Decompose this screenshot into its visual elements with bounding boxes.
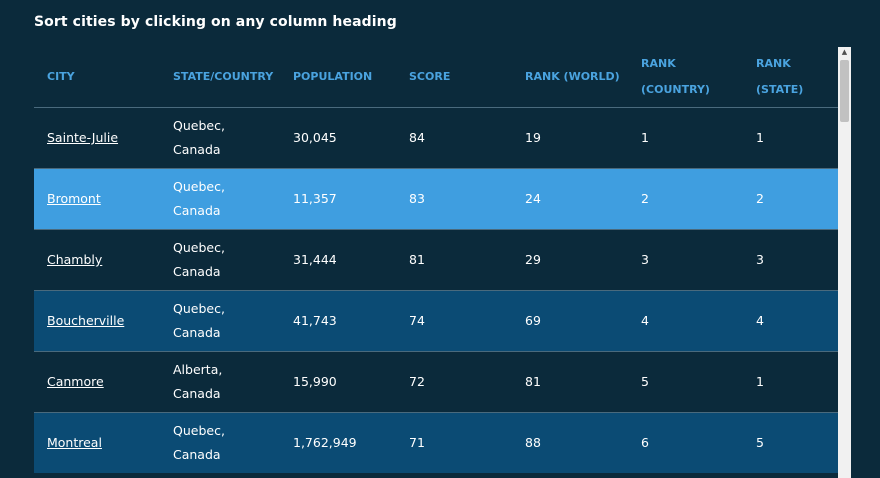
score-cell: 83 [396,168,512,230]
cities-table: CITY STATE/COUNTRY POPULATION SCORE RANK… [34,47,838,473]
population-cell: 30,045 [280,107,396,169]
page: Sort cities by clicking on any column he… [0,0,880,478]
rank-world-cell: 24 [512,168,628,230]
column-header-rank-state[interactable]: RANK (STATE) [743,47,838,108]
table-row: Canmore Alberta, Canada 15,990 72 81 5 1 [34,351,838,413]
scrollbar-thumb[interactable] [840,60,849,122]
rank-country-cell: 1 [628,107,743,169]
state-country-cell: Alberta, Canada [160,351,280,413]
rank-world-cell: 29 [512,229,628,291]
column-header-rank-country[interactable]: RANK (COUNTRY) [628,47,743,108]
column-header-city[interactable]: CITY [34,47,160,108]
rank-world-cell: 19 [512,107,628,169]
state-country-cell: Quebec, Canada [160,412,280,473]
city-link[interactable]: Canmore [47,374,104,389]
rank-state-cell: 5 [743,412,838,473]
rank-state-cell: 2 [743,168,838,230]
column-header-state-country[interactable]: STATE/COUNTRY [160,47,280,108]
score-cell: 81 [396,229,512,291]
table-row: Chambly Quebec, Canada 31,444 81 29 3 3 [34,229,838,291]
population-cell: 41,743 [280,290,396,352]
table-row: Boucherville Quebec, Canada 41,743 74 69 … [34,290,838,352]
state-country-cell: Quebec, Canada [160,290,280,352]
score-cell: 72 [396,351,512,413]
rank-country-cell: 4 [628,290,743,352]
city-link[interactable]: Sainte-Julie [47,130,118,145]
state-country-cell: Quebec, Canada [160,107,280,169]
population-cell: 15,990 [280,351,396,413]
vertical-scrollbar[interactable]: ▲ [838,47,851,478]
rank-world-cell: 69 [512,290,628,352]
rank-state-cell: 1 [743,351,838,413]
rank-country-cell: 3 [628,229,743,291]
page-heading: Sort cities by clicking on any column he… [34,14,397,30]
table-header-row: CITY STATE/COUNTRY POPULATION SCORE RANK… [34,47,838,108]
rank-state-cell: 3 [743,229,838,291]
score-cell: 71 [396,412,512,473]
rank-world-cell: 81 [512,351,628,413]
city-link[interactable]: Boucherville [47,313,124,328]
table-row: Montreal Quebec, Canada 1,762,949 71 88 6… [34,412,838,473]
score-cell: 84 [396,107,512,169]
rank-country-cell: 2 [628,168,743,230]
population-cell: 11,357 [280,168,396,230]
rank-country-cell: 6 [628,412,743,473]
state-country-cell: Quebec, Canada [160,229,280,291]
column-header-rank-world[interactable]: RANK (WORLD) [512,47,628,108]
table-row: Sainte-Julie Quebec, Canada 30,045 84 19 … [34,107,838,169]
population-cell: 1,762,949 [280,412,396,473]
rank-state-cell: 1 [743,107,838,169]
rank-world-cell: 88 [512,412,628,473]
city-link[interactable]: Chambly [47,252,102,267]
table-row: Bromont Quebec, Canada 11,357 83 24 2 2 [34,168,838,230]
cities-table-viewport: CITY STATE/COUNTRY POPULATION SCORE RANK… [34,47,838,478]
city-link[interactable]: Bromont [47,191,101,206]
state-country-cell: Quebec, Canada [160,168,280,230]
city-link[interactable]: Montreal [47,435,102,450]
column-header-population[interactable]: POPULATION [280,47,396,108]
score-cell: 74 [396,290,512,352]
column-header-score[interactable]: SCORE [396,47,512,108]
scroll-up-arrow-icon[interactable]: ▲ [838,47,851,58]
rank-country-cell: 5 [628,351,743,413]
population-cell: 31,444 [280,229,396,291]
rank-state-cell: 4 [743,290,838,352]
